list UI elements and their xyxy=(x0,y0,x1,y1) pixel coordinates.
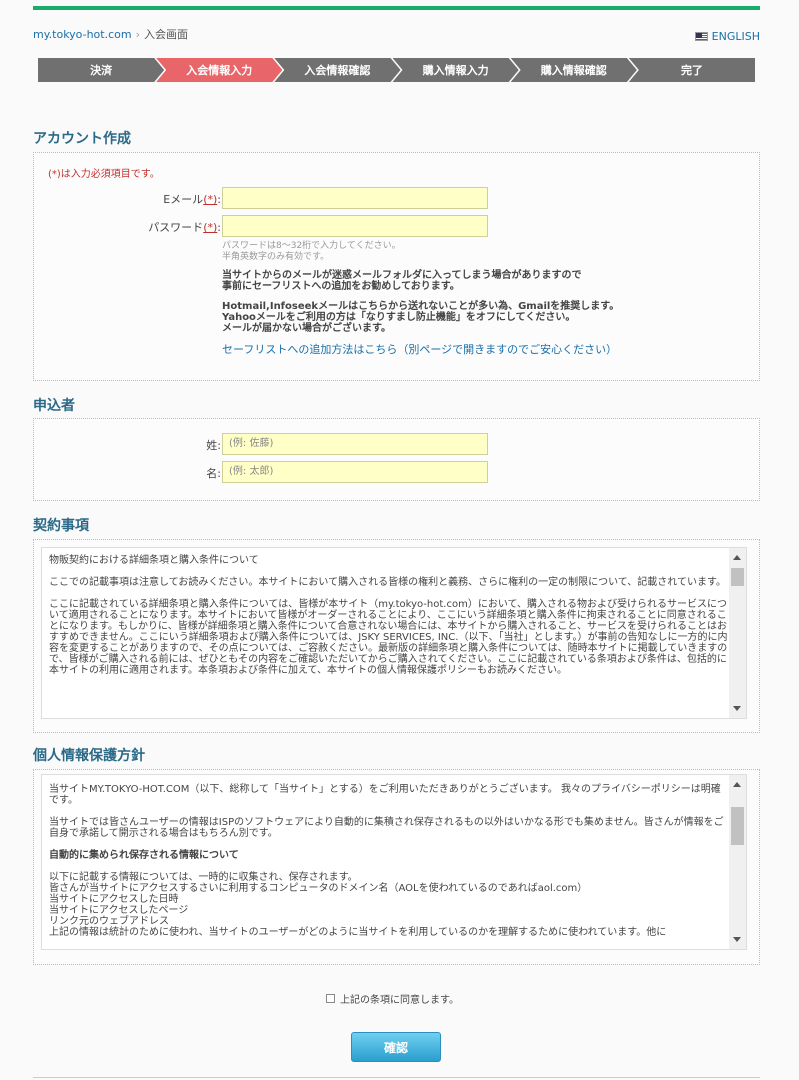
email-field[interactable] xyxy=(222,187,488,209)
confirm-button[interactable]: 確認 xyxy=(351,1032,441,1062)
password-hint-length: パスワードは8～32桁で入力してください。 xyxy=(222,241,401,251)
password-hint-chars: 半角英数字のみ有効です。 xyxy=(222,252,330,262)
mail-note-line-3: Hotmail,Infoseekメールはこちらから送れないことが多い為、Gmai… xyxy=(222,301,620,312)
terms-scrollbar[interactable] xyxy=(729,548,746,718)
agree-checkbox[interactable] xyxy=(326,994,335,1003)
password-label: パスワード(*): xyxy=(148,221,221,234)
english-link-label: ENGLISH xyxy=(711,30,760,43)
mail-note-line-4: Yahooメールをご利用の方は「なりすまし防止機能」をオフにしてください。 xyxy=(222,312,576,323)
terms-section: 物販契約における詳細条項と購入条件について ここでの記載事項は注意してお読みくだ… xyxy=(33,539,760,733)
agree-row[interactable]: 上記の条項に同意します。 xyxy=(326,991,459,1006)
password-field[interactable] xyxy=(222,215,488,237)
privacy-scrollbar[interactable] xyxy=(729,775,746,949)
header-row: my.tokyo-hot.com › 入会画面 ENGLISH xyxy=(33,10,760,58)
progress-steps: 決済 入会情報入力 入会情報確認 購入情報入力 購入情報確認 完了 xyxy=(38,58,756,82)
scroll-up-arrow-icon[interactable] xyxy=(733,782,741,787)
us-flag-icon xyxy=(694,32,708,41)
last-name-field[interactable]: (例: 佐藤) xyxy=(222,433,488,455)
first-name-field[interactable]: (例: 太郎) xyxy=(222,461,488,483)
breadcrumb-current: 入会画面 xyxy=(144,28,188,41)
first-name-label: 名: xyxy=(206,467,221,480)
terms-scroll-thumb[interactable] xyxy=(731,568,744,586)
safelist-link[interactable]: セーフリストへの追加方法はこちら（別ページで開きますのでご安心ください） xyxy=(222,341,617,357)
agree-label: 上記の条項に同意します。 xyxy=(340,995,459,1006)
applicant-section-title: 申込者 xyxy=(33,398,75,414)
last-name-label: 姓: xyxy=(206,439,221,452)
step-purchase-input: 購入情報入力 xyxy=(393,58,519,82)
account-section-title: アカウント作成 xyxy=(33,131,131,147)
scroll-up-arrow-icon[interactable] xyxy=(733,555,741,560)
mail-note-line-2: 事前にセーフリストへの追加をお勧めしております。 xyxy=(222,281,460,292)
english-link[interactable]: ENGLISH xyxy=(694,30,760,43)
step-complete: 完了 xyxy=(628,58,756,82)
step-member-input: 入会情報入力 xyxy=(156,58,282,82)
privacy-scroll-box[interactable]: 当サイトMY.TOKYO-HOT.COM（以下、総称して「当サイト」とする）をご… xyxy=(41,774,747,950)
required-note: (*)は入力必須項目です。 xyxy=(48,169,160,180)
terms-section-title: 契約事項 xyxy=(33,518,89,534)
footer-divider xyxy=(33,1077,760,1078)
page-wrapper: my.tokyo-hot.com › 入会画面 ENGLISH 決済 入会情報入力 … xyxy=(33,0,760,1078)
privacy-section-title: 個人情報保護方針 xyxy=(33,748,145,764)
privacy-text: 当サイトMY.TOKYO-HOT.COM（以下、総称して「当サイト」とする）をご… xyxy=(49,784,724,938)
scroll-down-arrow-icon[interactable] xyxy=(733,706,741,711)
breadcrumb-separator: › xyxy=(135,28,140,41)
breadcrumb: my.tokyo-hot.com › 入会画面 xyxy=(33,26,188,42)
account-section: (*)は入力必須項目です。 Eメール(*): パスワード(*): パスワードは8… xyxy=(33,152,760,381)
mail-note-line-5: メールが届かない場合がございます。 xyxy=(222,323,391,334)
breadcrumb-home-link[interactable]: my.tokyo-hot.com xyxy=(33,28,132,41)
privacy-section: 当サイトMY.TOKYO-HOT.COM（以下、総称して「当サイト」とする）をご… xyxy=(33,769,760,965)
mail-note-line-1: 当サイトからのメールが迷惑メールフォルダに入ってしまう場合がありますので xyxy=(222,270,582,281)
scroll-down-arrow-icon[interactable] xyxy=(733,937,741,942)
terms-scroll-box[interactable]: 物販契約における詳細条項と購入条件について ここでの記載事項は注意してお読みくだ… xyxy=(41,547,747,719)
terms-text: 物販契約における詳細条項と購入条件について ここでの記載事項は注意してお読みくだ… xyxy=(49,555,728,676)
step-purchase-confirm: 購入情報確認 xyxy=(511,58,637,82)
step-payment: 決済 xyxy=(38,58,164,82)
applicant-section: 姓: (例: 佐藤) 名: (例: 太郎) xyxy=(33,418,760,501)
step-member-confirm: 入会情報確認 xyxy=(274,58,400,82)
email-label: Eメール(*): xyxy=(163,193,221,206)
privacy-scroll-thumb[interactable] xyxy=(731,807,744,845)
